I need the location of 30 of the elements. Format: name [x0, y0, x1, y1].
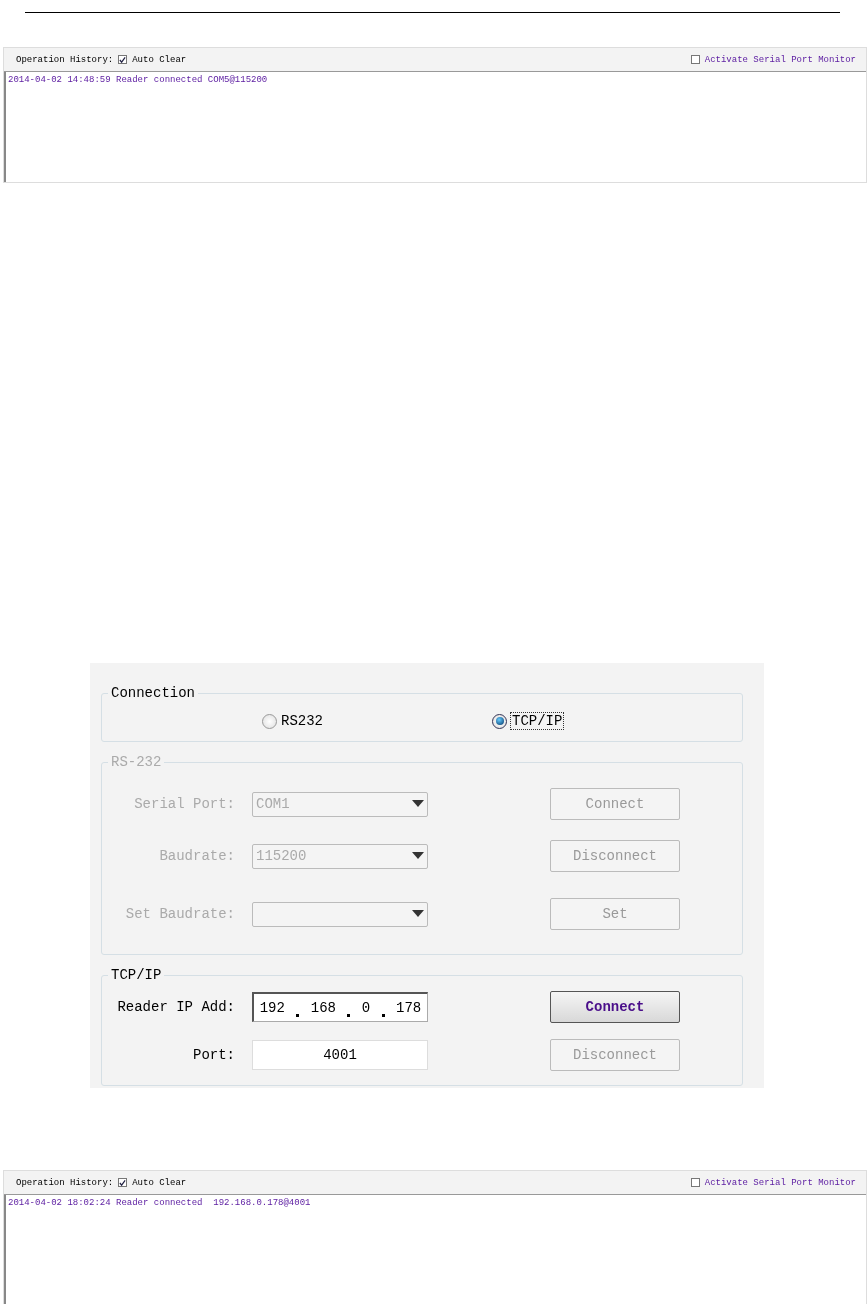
checkbox[interactable]	[118, 55, 128, 64]
group-title: RS-232	[110, 754, 163, 770]
log-line: 2014-04-02 18:02:24 Reader connected 192.168.0.178@4001	[8, 1198, 312, 1208]
checkbox-label[interactable]: Auto Clear	[132, 54, 187, 65]
field-label: Serial Port:	[133, 795, 236, 814]
group-title: TCP/IP	[110, 967, 163, 983]
field-label: Set Baudrate:	[124, 905, 236, 924]
radio-button[interactable]	[262, 713, 277, 729]
radio-button[interactable]	[492, 713, 507, 729]
radio-label[interactable]: RS232	[281, 713, 323, 729]
history-label: Operation History:	[16, 54, 114, 65]
history-label: Operation History:	[16, 1177, 114, 1188]
checkbox-label[interactable]: Activate Serial Port Monitor	[704, 54, 856, 65]
checkbox-label[interactable]: Auto Clear	[132, 1177, 187, 1188]
field-label: Port:	[192, 1046, 236, 1065]
log-line: 2014-04-02 14:48:59 Reader connected COM5@115200	[8, 75, 269, 85]
group-title: Connection	[110, 685, 196, 701]
action-button[interactable]: Connect	[550, 991, 680, 1023]
field-label: Reader IP Add:	[116, 998, 236, 1017]
field-label: Baudrate:	[158, 847, 236, 866]
checkbox[interactable]	[690, 55, 700, 64]
ip-address-field[interactable]: 192 168 0 178	[252, 992, 428, 1022]
checkbox-label[interactable]: Activate Serial Port Monitor	[704, 1177, 856, 1188]
radio-label[interactable]: TCP/IP	[511, 713, 564, 729]
dropdown-arrow-icon	[412, 852, 424, 860]
checkbox[interactable]	[118, 1178, 128, 1187]
dropdown-arrow-icon	[412, 910, 424, 918]
checkbox[interactable]	[690, 1178, 700, 1187]
dropdown-arrow-icon	[412, 800, 424, 808]
port-field[interactable]: 4001	[252, 1040, 428, 1070]
